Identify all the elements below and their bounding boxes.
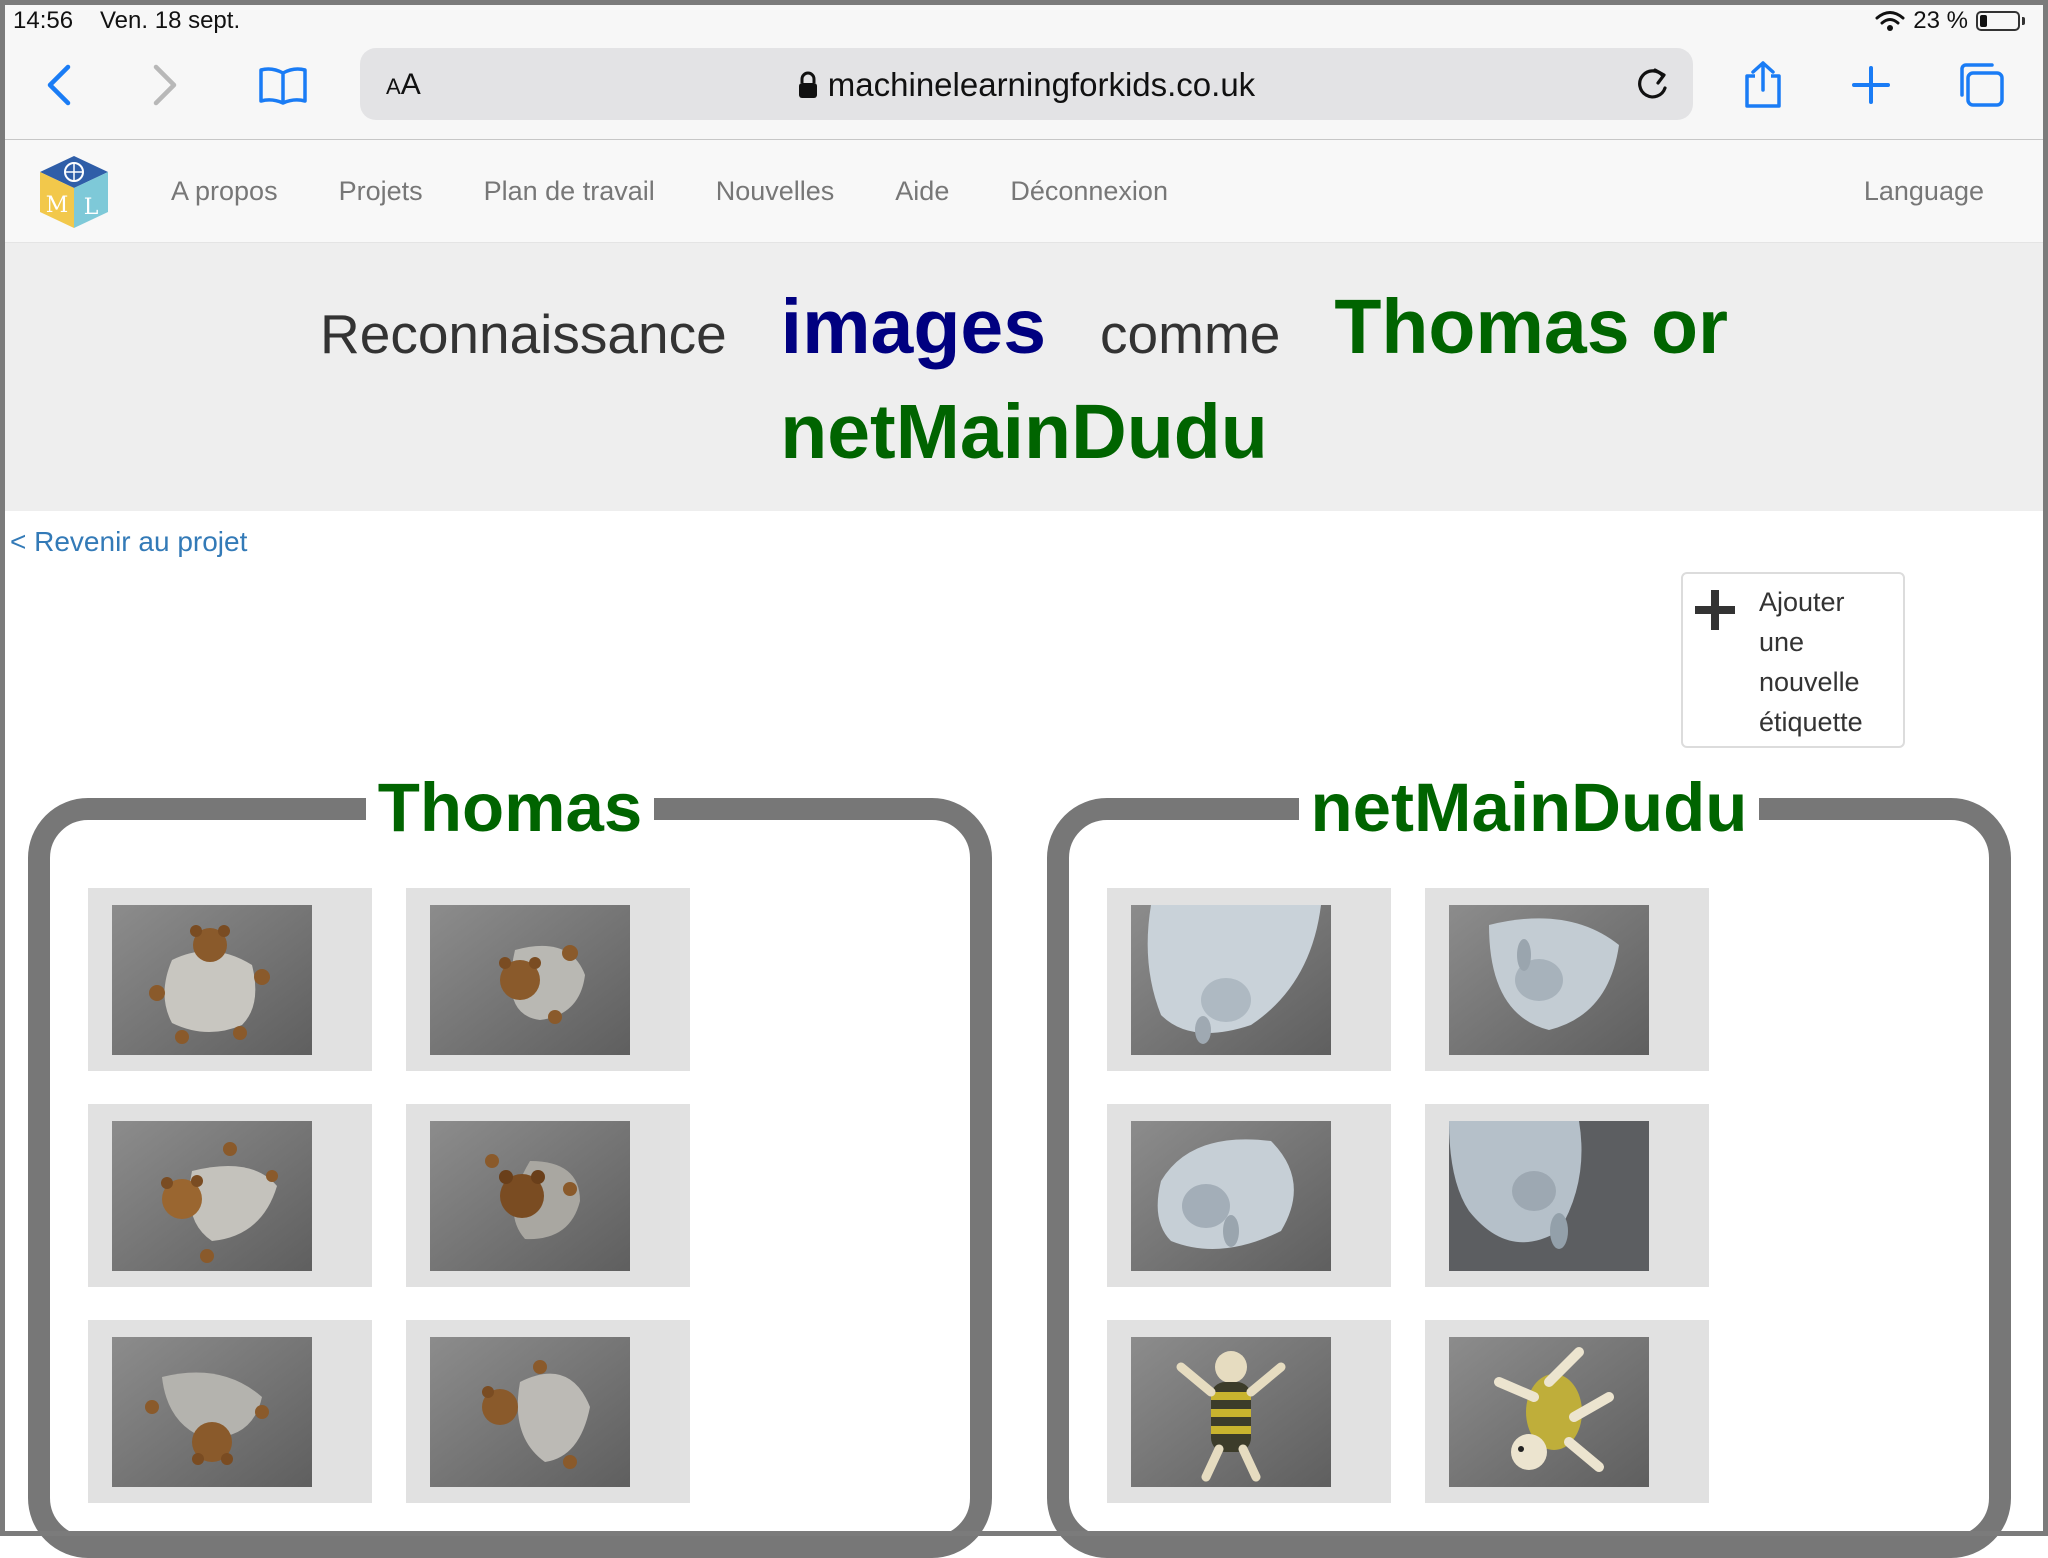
nav-links: A propos Projets Plan de travail Nouvell… — [171, 176, 1229, 207]
tabs-overview-button[interactable] — [1953, 57, 2009, 113]
training-image[interactable] — [88, 888, 372, 1071]
label-name-netmaindudu[interactable]: netMainDudu — [1298, 769, 1760, 846]
training-image[interactable] — [88, 1104, 372, 1287]
battery-percent: 23 % — [1913, 7, 1968, 34]
share-button[interactable] — [1735, 57, 1791, 113]
address-bar[interactable]: AA machinelearningforkids.co.uk — [360, 48, 1693, 120]
title-middle: comme — [1100, 303, 1281, 365]
project-name-part1: Thomas or — [1334, 284, 1728, 370]
label-title: netMainDudu — [1069, 760, 1989, 856]
yellow-plush-toy-image — [1449, 1337, 1649, 1487]
battery-icon — [1976, 11, 2020, 31]
teddy-bear-blanket-image — [112, 1121, 312, 1271]
new-tab-button[interactable] — [1843, 57, 1899, 113]
teddy-bear-blanket-image — [430, 1337, 630, 1487]
status-right: 23 % — [1875, 7, 2025, 35]
nav-link-news[interactable]: Nouvelles — [716, 176, 835, 207]
teddy-bear-blanket-image — [112, 1337, 312, 1487]
url-display[interactable]: machinelearningforkids.co.uk — [360, 66, 1693, 104]
logo-letter-l: L — [84, 195, 99, 220]
teddy-bear-blanket-image — [430, 905, 630, 1055]
url-text: machinelearningforkids.co.uk — [827, 66, 1256, 103]
training-image[interactable] — [1425, 888, 1709, 1071]
nav-link-worksheets[interactable]: Plan de travail — [484, 176, 655, 207]
training-image[interactable] — [406, 1320, 690, 1503]
label-box-thomas: Thomas — [28, 769, 992, 1558]
title-prefix: Reconnaissance — [320, 303, 727, 365]
teddy-bear-blanket-image — [112, 905, 312, 1055]
training-image[interactable] — [406, 1104, 690, 1287]
blue-bunny-blanket-image — [1131, 905, 1331, 1055]
add-label-button[interactable]: Ajouter une nouvelle étiquette — [1681, 572, 1905, 748]
status-date: Ven. 18 sept. — [100, 7, 241, 34]
tabs-icon — [1960, 63, 2004, 107]
blue-bunny-blanket-image — [1449, 1121, 1649, 1271]
training-image[interactable] — [1107, 888, 1391, 1071]
nav-link-projects[interactable]: Projets — [339, 176, 423, 207]
nav-link-logout[interactable]: Déconnexion — [1010, 176, 1168, 207]
status-time: 14:56 — [13, 7, 74, 34]
training-image[interactable] — [88, 1320, 372, 1503]
status-bar: 14:56 Ven. 18 sept. 23 % — [5, 5, 2043, 39]
training-image[interactable] — [1425, 1104, 1709, 1287]
nav-link-help[interactable]: Aide — [895, 176, 949, 207]
language-menu[interactable]: Language — [1864, 176, 1984, 207]
ml-logo[interactable]: M L — [38, 154, 110, 230]
training-image[interactable] — [1107, 1320, 1391, 1503]
add-label-text: Ajouter une nouvelle étiquette — [1759, 587, 1863, 737]
browser-toolbar: AA machinelearningforkids.co.uk — [5, 39, 2043, 140]
reload-icon[interactable] — [1633, 64, 1671, 104]
forward-button[interactable] — [137, 57, 193, 113]
nav-link-about[interactable]: A propos — [171, 176, 278, 207]
wifi-icon — [1875, 11, 1905, 31]
training-image[interactable] — [406, 888, 690, 1071]
project-type: images — [780, 284, 1047, 370]
project-title-line-1: Reconnaissance images comme Thomas or — [5, 283, 2043, 372]
training-image[interactable] — [1107, 1104, 1391, 1287]
striped-plush-toy-image — [1131, 1337, 1331, 1487]
plus-icon — [1695, 590, 1735, 630]
lock-icon — [798, 71, 817, 98]
site-navbar: M L A propos Projets Plan de travail Nou… — [5, 140, 2043, 243]
chevron-right-icon — [153, 64, 177, 106]
share-icon — [1745, 61, 1781, 108]
blue-bunny-blanket-image — [1449, 905, 1649, 1055]
label-box-netmaindudu: netMainDudu — [1047, 769, 2011, 1558]
project-header: Reconnaissance images comme Thomas or netMa… — [5, 243, 2043, 511]
project-name-part2: netMainDudu — [780, 389, 1268, 475]
teddy-bear-blanket-image — [430, 1121, 630, 1271]
label-title: Thomas — [50, 760, 970, 856]
back-to-project-link[interactable]: < Revenir au projet — [10, 526, 247, 558]
bookmarks-button[interactable] — [255, 57, 311, 113]
training-image[interactable] — [1425, 1320, 1709, 1503]
project-title-line-2: netMainDudu — [5, 388, 2043, 477]
back-button[interactable] — [31, 57, 87, 113]
plus-icon — [1852, 66, 1890, 104]
logo-letter-m: M — [46, 193, 69, 218]
battery-tip — [2022, 17, 2025, 25]
label-name-thomas[interactable]: Thomas — [365, 769, 655, 846]
chevron-left-icon — [47, 64, 71, 106]
blue-bunny-blanket-image — [1131, 1121, 1331, 1271]
book-icon — [259, 67, 307, 105]
